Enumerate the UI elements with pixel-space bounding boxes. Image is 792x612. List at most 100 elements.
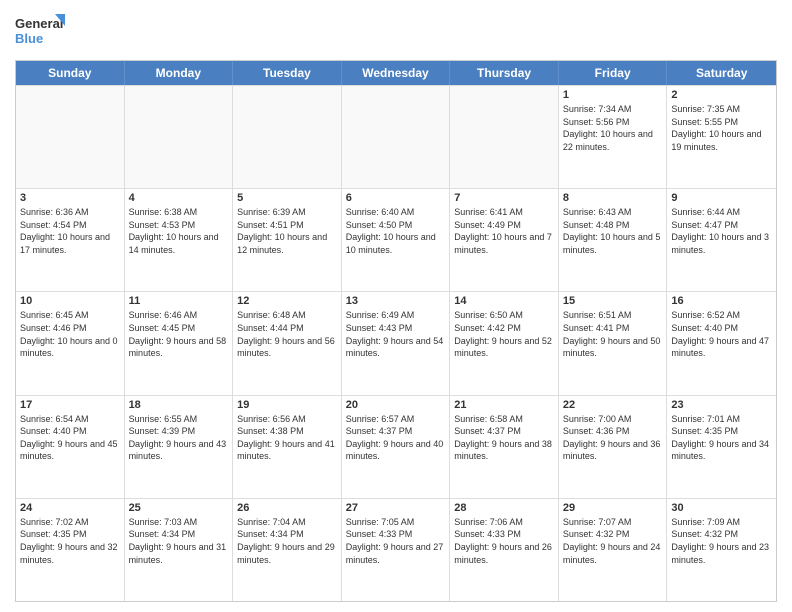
day-info: Sunrise: 7:01 AM Sunset: 4:35 PM Dayligh… [671, 413, 772, 463]
cal-cell-1: 1 Sunrise: 7:34 AM Sunset: 5:56 PM Daylig… [559, 86, 668, 188]
day-number: 9 [671, 192, 772, 204]
day-number: 22 [563, 399, 663, 411]
week-row-1: 1 Sunrise: 7:34 AM Sunset: 5:56 PM Daylig… [16, 85, 776, 188]
day-number: 6 [346, 192, 446, 204]
day-info: Sunrise: 7:35 AM Sunset: 5:55 PM Dayligh… [671, 103, 772, 153]
day-number: 29 [563, 502, 663, 514]
day-number: 27 [346, 502, 446, 514]
calendar-body: 1 Sunrise: 7:34 AM Sunset: 5:56 PM Daylig… [16, 85, 776, 601]
day-info: Sunrise: 7:05 AM Sunset: 4:33 PM Dayligh… [346, 516, 446, 566]
day-number: 8 [563, 192, 663, 204]
cal-cell-13: 13 Sunrise: 6:49 AM Sunset: 4:43 PM Dayli… [342, 292, 451, 394]
cal-cell-2: 2 Sunrise: 7:35 AM Sunset: 5:55 PM Daylig… [667, 86, 776, 188]
day-info: Sunrise: 7:00 AM Sunset: 4:36 PM Dayligh… [563, 413, 663, 463]
day-info: Sunrise: 6:45 AM Sunset: 4:46 PM Dayligh… [20, 309, 120, 359]
day-number: 13 [346, 295, 446, 307]
header-day-saturday: Saturday [667, 61, 776, 85]
day-number: 3 [20, 192, 120, 204]
day-number: 28 [454, 502, 554, 514]
cal-cell-24: 24Sunrise: 7:02 AM Sunset: 4:35 PM Dayli… [16, 499, 125, 601]
logo: General Blue [15, 10, 65, 52]
cal-cell-26: 26 Sunrise: 7:04 AM Sunset: 4:34 PM Dayli… [233, 499, 342, 601]
header-day-monday: Monday [125, 61, 234, 85]
cal-cell-20: 20Sunrise: 6:57 AM Sunset: 4:37 PM Dayli… [342, 396, 451, 498]
day-info: Sunrise: 6:43 AM Sunset: 4:48 PM Dayligh… [563, 206, 663, 256]
day-number: 11 [129, 295, 229, 307]
svg-text:General: General [15, 16, 63, 31]
week-row-3: 10Sunrise: 6:45 AM Sunset: 4:46 PM Dayli… [16, 291, 776, 394]
cal-cell-15: 15Sunrise: 6:51 AM Sunset: 4:41 PM Dayli… [559, 292, 668, 394]
day-number: 21 [454, 399, 554, 411]
header: General Blue [15, 10, 777, 52]
cal-cell-23: 23 Sunrise: 7:01 AM Sunset: 4:35 PM Dayli… [667, 396, 776, 498]
day-info: Sunrise: 6:58 AM Sunset: 4:37 PM Dayligh… [454, 413, 554, 463]
header-day-thursday: Thursday [450, 61, 559, 85]
day-info: Sunrise: 6:44 AM Sunset: 4:47 PM Dayligh… [671, 206, 772, 256]
cal-cell-7: 7 Sunrise: 6:41 AM Sunset: 4:49 PM Daylig… [450, 189, 559, 291]
cal-cell-8: 8 Sunrise: 6:43 AM Sunset: 4:48 PM Daylig… [559, 189, 668, 291]
header-day-friday: Friday [559, 61, 668, 85]
day-info: Sunrise: 6:48 AM Sunset: 4:44 PM Dayligh… [237, 309, 337, 359]
cal-cell-22: 22 Sunrise: 7:00 AM Sunset: 4:36 PM Dayli… [559, 396, 668, 498]
logo-svg: General Blue [15, 10, 65, 52]
header-day-sunday: Sunday [16, 61, 125, 85]
day-info: Sunrise: 7:02 AM Sunset: 4:35 PM Dayligh… [20, 516, 120, 566]
day-info: Sunrise: 6:38 AM Sunset: 4:53 PM Dayligh… [129, 206, 229, 256]
day-number: 19 [237, 399, 337, 411]
cal-cell-4: 4 Sunrise: 6:38 AM Sunset: 4:53 PM Daylig… [125, 189, 234, 291]
cal-cell-3: 3Sunrise: 6:36 AM Sunset: 4:54 PM Daylig… [16, 189, 125, 291]
day-info: Sunrise: 6:50 AM Sunset: 4:42 PM Dayligh… [454, 309, 554, 359]
cal-cell-16: 16 Sunrise: 6:52 AM Sunset: 4:40 PM Dayli… [667, 292, 776, 394]
cal-cell-empty-0-3 [342, 86, 451, 188]
day-info: Sunrise: 6:52 AM Sunset: 4:40 PM Dayligh… [671, 309, 772, 359]
day-info: Sunrise: 6:49 AM Sunset: 4:43 PM Dayligh… [346, 309, 446, 359]
calendar-header: SundayMondayTuesdayWednesdayThursdayFrid… [16, 61, 776, 85]
cal-cell-21: 21 Sunrise: 6:58 AM Sunset: 4:37 PM Dayli… [450, 396, 559, 498]
day-number: 25 [129, 502, 229, 514]
day-number: 30 [671, 502, 772, 514]
cal-cell-10: 10Sunrise: 6:45 AM Sunset: 4:46 PM Dayli… [16, 292, 125, 394]
cal-cell-12: 12 Sunrise: 6:48 AM Sunset: 4:44 PM Dayli… [233, 292, 342, 394]
day-info: Sunrise: 7:03 AM Sunset: 4:34 PM Dayligh… [129, 516, 229, 566]
cal-cell-30: 30 Sunrise: 7:09 AM Sunset: 4:32 PM Dayli… [667, 499, 776, 601]
cal-cell-19: 19Sunrise: 6:56 AM Sunset: 4:38 PM Dayli… [233, 396, 342, 498]
day-info: Sunrise: 7:06 AM Sunset: 4:33 PM Dayligh… [454, 516, 554, 566]
day-number: 14 [454, 295, 554, 307]
day-number: 16 [671, 295, 772, 307]
cal-cell-9: 9 Sunrise: 6:44 AM Sunset: 4:47 PM Daylig… [667, 189, 776, 291]
day-info: Sunrise: 7:09 AM Sunset: 4:32 PM Dayligh… [671, 516, 772, 566]
header-day-wednesday: Wednesday [342, 61, 451, 85]
cal-cell-17: 17Sunrise: 6:54 AM Sunset: 4:40 PM Dayli… [16, 396, 125, 498]
day-number: 4 [129, 192, 229, 204]
calendar: SundayMondayTuesdayWednesdayThursdayFrid… [15, 60, 777, 602]
cal-cell-6: 6 Sunrise: 6:40 AM Sunset: 4:50 PM Daylig… [342, 189, 451, 291]
cal-cell-28: 28 Sunrise: 7:06 AM Sunset: 4:33 PM Dayli… [450, 499, 559, 601]
cal-cell-empty-0-2 [233, 86, 342, 188]
day-info: Sunrise: 6:55 AM Sunset: 4:39 PM Dayligh… [129, 413, 229, 463]
day-number: 2 [671, 89, 772, 101]
day-number: 5 [237, 192, 337, 204]
day-info: Sunrise: 7:07 AM Sunset: 4:32 PM Dayligh… [563, 516, 663, 566]
cal-cell-18: 18 Sunrise: 6:55 AM Sunset: 4:39 PM Dayli… [125, 396, 234, 498]
cal-cell-27: 27 Sunrise: 7:05 AM Sunset: 4:33 PM Dayli… [342, 499, 451, 601]
day-number: 20 [346, 399, 446, 411]
cal-cell-29: 29 Sunrise: 7:07 AM Sunset: 4:32 PM Dayli… [559, 499, 668, 601]
day-number: 17 [20, 399, 120, 411]
day-number: 12 [237, 295, 337, 307]
day-number: 23 [671, 399, 772, 411]
day-number: 26 [237, 502, 337, 514]
day-info: Sunrise: 6:41 AM Sunset: 4:49 PM Dayligh… [454, 206, 554, 256]
cal-cell-empty-0-0 [16, 86, 125, 188]
day-info: Sunrise: 6:46 AM Sunset: 4:45 PM Dayligh… [129, 309, 229, 359]
week-row-2: 3Sunrise: 6:36 AM Sunset: 4:54 PM Daylig… [16, 188, 776, 291]
day-number: 7 [454, 192, 554, 204]
day-number: 18 [129, 399, 229, 411]
svg-text:Blue: Blue [15, 31, 43, 46]
day-info: Sunrise: 7:34 AM Sunset: 5:56 PM Dayligh… [563, 103, 663, 153]
day-info: Sunrise: 6:39 AM Sunset: 4:51 PM Dayligh… [237, 206, 337, 256]
week-row-5: 24Sunrise: 7:02 AM Sunset: 4:35 PM Dayli… [16, 498, 776, 601]
day-number: 1 [563, 89, 663, 101]
day-info: Sunrise: 6:40 AM Sunset: 4:50 PM Dayligh… [346, 206, 446, 256]
day-info: Sunrise: 7:04 AM Sunset: 4:34 PM Dayligh… [237, 516, 337, 566]
page: General Blue SundayMondayTuesdayWednesda… [0, 0, 792, 612]
